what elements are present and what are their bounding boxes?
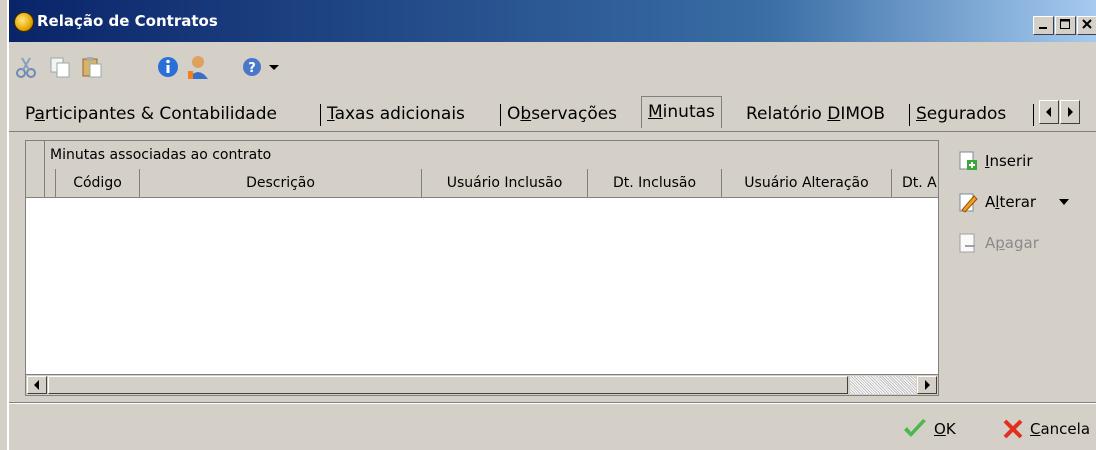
paste-button[interactable] [79, 54, 105, 80]
tab-label-suffix: servações [531, 104, 618, 124]
help-button[interactable]: ? [239, 54, 265, 80]
cut-icon [16, 57, 36, 78]
column-header-usuario-inclusao[interactable]: Usuário Inclusão [422, 169, 588, 197]
grid-group-label: Minutas associadas ao contrato [50, 147, 272, 163]
tab-observacoes[interactable]: Observações [507, 100, 617, 128]
footer-divider-highlight [9, 403, 1096, 404]
tab-participantes-contabilidade[interactable]: Participantes & Contabilidade [25, 100, 277, 128]
copy-icon [50, 57, 70, 78]
grid-gutter [26, 141, 45, 197]
scrollbar-thumb[interactable] [48, 376, 848, 394]
edit-button[interactable]: Alterar [957, 189, 1070, 215]
tab-label-suffix: IMOB [840, 104, 886, 124]
edit-label: Alterar [985, 193, 1037, 211]
info-button[interactable] [155, 54, 181, 80]
column-header-usuario-alteracao[interactable]: Usuário Alteração [722, 169, 892, 197]
tab-separator [909, 104, 910, 126]
help-dropdown-button[interactable] [267, 54, 281, 80]
tab-label-suffix: egurados [926, 104, 1007, 124]
tab-taxas-adicionais[interactable]: Taxas adicionais [327, 100, 465, 128]
close-icon [1082, 19, 1092, 29]
column-header-descricao[interactable]: Descrição [140, 169, 422, 197]
tab-scroll-left-button[interactable] [1039, 100, 1059, 124]
svg-text:?: ? [248, 61, 256, 76]
close-button[interactable] [1077, 16, 1096, 35]
tab-label-mnemonic: b [520, 104, 532, 124]
delete-label: Apagar [985, 234, 1039, 252]
scroll-left-button[interactable] [27, 376, 47, 394]
scrollbar-track[interactable] [850, 376, 916, 394]
user-icon [188, 56, 208, 79]
paste-icon [82, 57, 102, 78]
tab-separator [320, 104, 321, 126]
maximize-button[interactable] [1055, 16, 1076, 35]
column-header-dt-inclusao[interactable]: Dt. Inclusão [588, 169, 722, 197]
title-bar[interactable]: Relação de Contratos [9, 0, 1096, 42]
user-button[interactable] [185, 54, 211, 80]
grid-column-headers: Código Descrição Usuário Inclusão Dt. In… [26, 169, 938, 198]
scroll-right-button[interactable] [917, 376, 937, 394]
window-title: Relação de Contratos [37, 12, 218, 30]
cross-icon [1003, 419, 1023, 439]
insert-button[interactable]: Inserir [957, 148, 1033, 174]
tab-label-suffix: axas adicionais [334, 104, 465, 124]
tab-label-mnemonic: T [327, 104, 335, 124]
tab-panel-border [9, 131, 1096, 132]
arrow-left-icon [34, 380, 39, 390]
column-spacer [44, 169, 56, 197]
tab-minutas[interactable]: Minutas [641, 96, 722, 128]
chevron-down-icon[interactable] [1058, 196, 1070, 208]
tab-separator [500, 104, 501, 126]
arrow-right-icon [925, 380, 930, 390]
tab-label-prefix: Relatório [746, 104, 828, 124]
column-header-dt-alteracao[interactable]: Dt. A [892, 169, 938, 197]
arrow-left-icon [1046, 107, 1051, 117]
dropdown-arrow-icon [269, 65, 279, 70]
horizontal-scrollbar[interactable] [26, 374, 938, 395]
column-header-codigo[interactable]: Código [56, 169, 140, 197]
contracts-window: Relação de Contratos ? Participantes & C… [7, 0, 1096, 450]
cut-button[interactable] [13, 54, 39, 80]
maximize-icon [1060, 19, 1070, 29]
copy-button[interactable] [47, 54, 73, 80]
minutas-grid[interactable]: Minutas associadas ao contrato Código De… [25, 140, 939, 396]
arrow-right-icon [1068, 107, 1073, 117]
tab-label-prefix: P [25, 104, 35, 124]
cancel-button[interactable]: Cancela [1002, 416, 1090, 442]
info-icon [158, 57, 178, 77]
tab-label-mnemonic: S [916, 104, 927, 124]
edit-icon [957, 191, 979, 213]
grid-group-header: Minutas associadas ao contrato [26, 141, 938, 170]
insert-icon [957, 150, 979, 172]
tab-separator [1033, 104, 1034, 126]
tab-label-mnemonic: M [648, 102, 663, 122]
ok-label: OK [934, 420, 956, 438]
tab-label-mnemonic: a [34, 104, 45, 124]
minimize-button[interactable] [1033, 16, 1054, 35]
cancel-label: Cancela [1030, 420, 1091, 438]
tab-scroll-right-button[interactable] [1060, 100, 1080, 124]
checkmark-icon [904, 419, 926, 437]
insert-label: Inserir [985, 152, 1033, 170]
ok-button[interactable]: OK [902, 416, 956, 442]
minimize-icon [1039, 27, 1047, 29]
app-icon [14, 12, 34, 32]
help-icon: ? [243, 58, 261, 76]
tab-label-prefix: O [507, 104, 521, 124]
tab-relatorio-dimob[interactable]: Relatório DIMOB [746, 100, 885, 128]
delete-button[interactable]: Apagar [957, 230, 1039, 256]
tab-label-mnemonic: D [827, 104, 841, 124]
delete-icon [957, 232, 979, 254]
tab-label-suffix: inutas [662, 102, 715, 122]
tab-label-suffix: rticipantes & Contabilidade [44, 104, 277, 124]
tab-strip: Participantes & Contabilidade Taxas adic… [9, 96, 1096, 130]
tab-segurados[interactable]: Segurados [916, 100, 1006, 128]
toolbar: ? [9, 44, 1096, 90]
